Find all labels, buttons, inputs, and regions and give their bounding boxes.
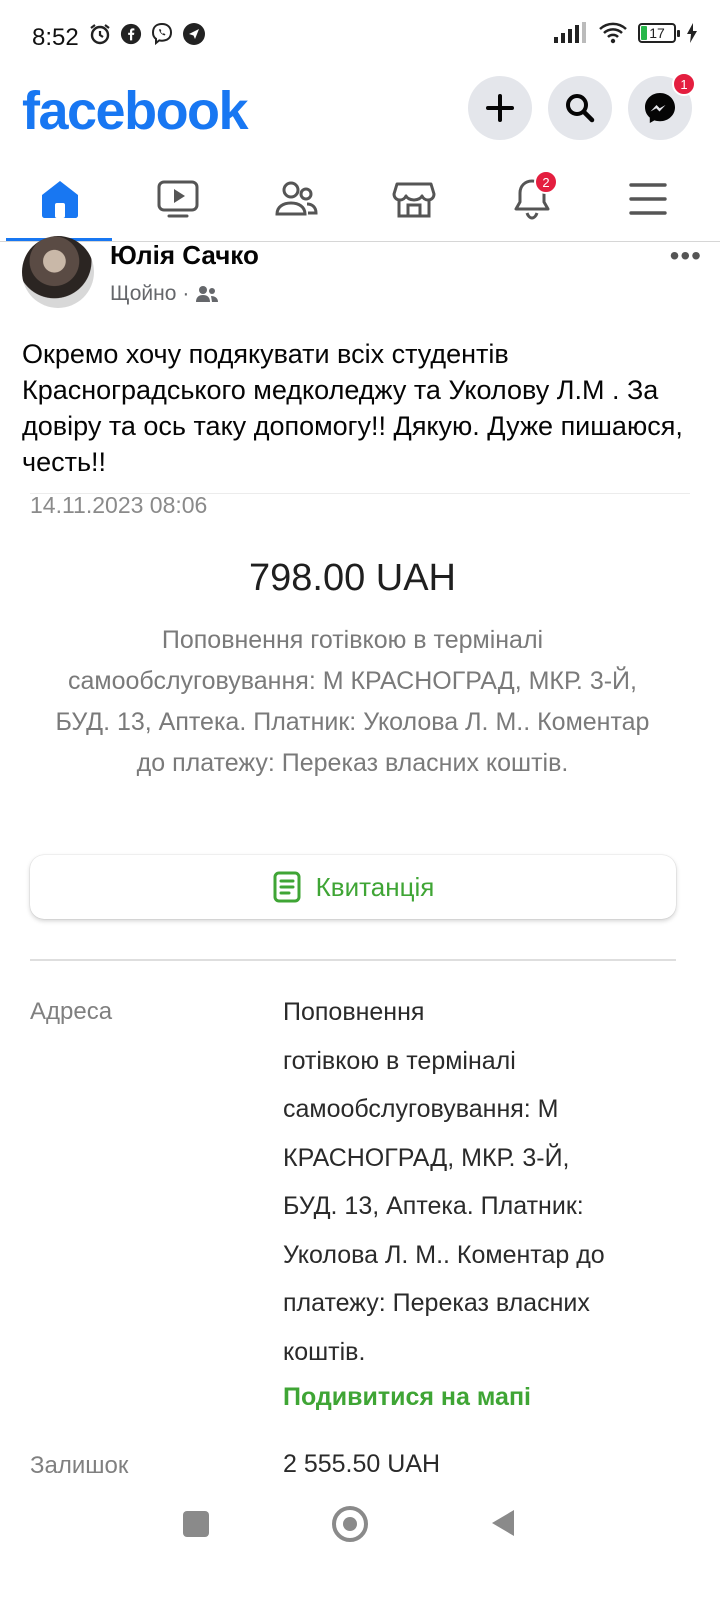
- create-button[interactable]: [468, 76, 532, 140]
- address-line: готівкою в терміналі: [283, 1046, 516, 1075]
- address-line: Уколова Л. М.. Коментар до: [283, 1240, 605, 1269]
- tab-video[interactable]: [118, 160, 238, 238]
- facebook-logo[interactable]: facebook: [22, 80, 249, 142]
- address-line: КРАСНОГРАД, МКР. 3-Й,: [283, 1143, 570, 1172]
- receipt-description: Поповнення готівкою в терміналі самообсл…: [55, 626, 650, 777]
- receipt-divider: [30, 959, 676, 961]
- home-icon: [42, 181, 78, 218]
- messenger-badge: 1: [672, 72, 696, 96]
- nav-divider: [0, 241, 720, 242]
- tab-marketplace[interactable]: [354, 160, 474, 238]
- viber-icon: [151, 22, 173, 46]
- tab-friends[interactable]: [236, 160, 356, 238]
- address-label: Адреса: [30, 998, 113, 1025]
- meta-separator: ·: [182, 282, 190, 305]
- receipt-document-icon: [273, 871, 301, 903]
- battery-level: 17: [649, 25, 665, 41]
- address-line: самообслуговування: М: [283, 1095, 559, 1123]
- post-author[interactable]: Юлія Сачко: [110, 240, 259, 271]
- post-text: Окремо хочу подякувати всіх студентів Кр…: [22, 339, 683, 477]
- receipt-button[interactable]: Квитанція: [30, 855, 676, 919]
- recent-apps-button[interactable]: [183, 1511, 209, 1537]
- messenger-button[interactable]: 1: [628, 72, 696, 140]
- address-value: Поповнення готівкою в терміналі самообсл…: [283, 988, 703, 1376]
- address-line: Поповнення: [283, 998, 425, 1026]
- avatar[interactable]: [22, 236, 94, 308]
- main-nav: 2: [0, 160, 720, 242]
- search-icon: [566, 94, 595, 123]
- marketplace-icon: [392, 182, 436, 218]
- tab-home[interactable]: [0, 160, 120, 238]
- search-button[interactable]: [548, 76, 612, 140]
- tab-menu[interactable]: [588, 160, 708, 238]
- messenger-icon: [645, 93, 675, 123]
- status-time: 8:52: [32, 24, 79, 51]
- balance-label: Залишок: [30, 1452, 129, 1479]
- video-icon: [157, 180, 199, 218]
- menu-icon: [629, 183, 667, 215]
- friends-icon: [275, 181, 318, 216]
- facebook-notification-icon: [120, 23, 142, 45]
- friends-audience-icon: [196, 286, 219, 302]
- address-line: коштів.: [283, 1337, 366, 1366]
- notifications-badge: 2: [534, 170, 558, 194]
- plus-icon: [486, 94, 514, 122]
- address-line: платежу: Переказ власних: [283, 1289, 590, 1317]
- receipt-date: 14.11.2023 08:06: [30, 492, 208, 518]
- navigation-icon: [183, 23, 205, 45]
- status-system-icons: 17: [554, 22, 698, 44]
- signal-icon: [554, 22, 586, 43]
- balance-value: 2 555.50 UAH: [283, 1450, 441, 1478]
- status-notification-icons: [88, 22, 206, 46]
- back-button[interactable]: [490, 1508, 516, 1538]
- wifi-icon: [599, 22, 627, 44]
- view-on-map-link[interactable]: Подивитися на мапі: [283, 1383, 531, 1412]
- post-meta: Щойно ·: [110, 282, 219, 306]
- battery-indicator: 17: [638, 23, 680, 43]
- charging-icon: [687, 23, 697, 43]
- more-options-icon[interactable]: •••: [670, 240, 702, 272]
- alarm-icon: [90, 24, 110, 45]
- tab-notifications[interactable]: 2: [472, 160, 592, 238]
- receipt-button-label: Квитанція: [315, 871, 435, 902]
- receipt-amount: 798.00 UAH: [248, 557, 456, 599]
- home-button[interactable]: [332, 1506, 368, 1542]
- address-line: БУД. 13, Аптека. Платник:: [283, 1192, 584, 1220]
- post-time[interactable]: Щойно: [110, 282, 176, 306]
